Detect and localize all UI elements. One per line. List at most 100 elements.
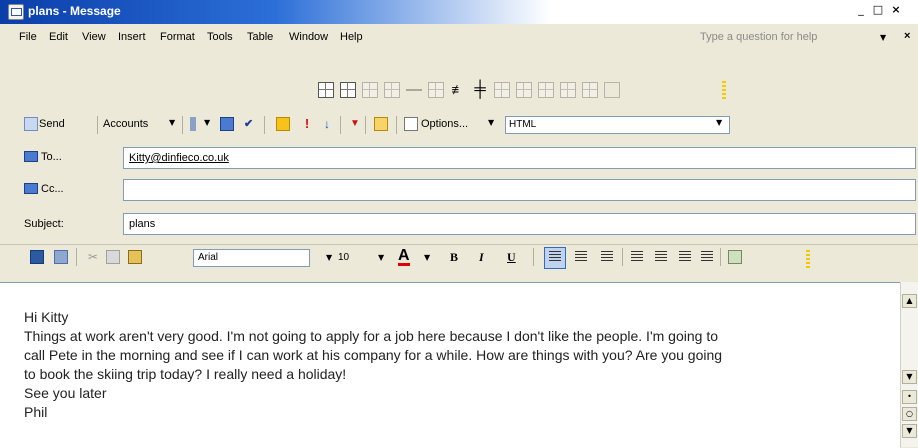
insert-table-icon[interactable]	[318, 82, 334, 98]
toolbar-separator	[622, 248, 623, 266]
high-importance-icon[interactable]: !	[300, 117, 314, 131]
address-book-icon[interactable]	[220, 117, 234, 131]
browse-object-icon[interactable]: ○	[902, 407, 917, 421]
message-icon	[8, 4, 24, 20]
body-line: Hi Kitty	[24, 309, 69, 325]
toolbar-separator	[720, 248, 721, 266]
scroll-up-icon[interactable]: ▲	[902, 294, 917, 308]
attach-file-icon[interactable]	[374, 117, 388, 131]
save-icon[interactable]	[30, 250, 44, 264]
table-options-icon[interactable]	[604, 82, 620, 98]
menu-tools[interactable]: Tools	[207, 31, 233, 43]
horizontal-line-icon[interactable]	[406, 89, 422, 93]
address-book-icon	[24, 151, 38, 162]
font-name-select[interactable]: Arial	[193, 249, 310, 267]
menu-help[interactable]: Help	[340, 31, 363, 43]
vertical-scrollbar[interactable]: ▲ ▼ • ○ ▼	[900, 282, 918, 447]
table-autoformat-icon[interactable]	[560, 82, 576, 98]
toolbar-grip[interactable]	[806, 250, 810, 268]
send-button[interactable]: Send	[39, 118, 65, 130]
menu-insert[interactable]: Insert	[118, 31, 146, 43]
merge-cells-icon[interactable]	[494, 82, 510, 98]
recipient-address[interactable]: Kitty@dinfieco.co.uk	[129, 152, 229, 164]
insert-row-icon[interactable]	[362, 82, 378, 98]
increase-indent-icon[interactable]	[700, 250, 714, 264]
low-importance-icon[interactable]: ↓	[320, 117, 334, 131]
send-icon	[24, 117, 38, 131]
maximize-icon[interactable]: □	[870, 3, 886, 17]
chevron-down-icon[interactable]: ▼	[326, 253, 332, 262]
flag-icon[interactable]: ▼	[348, 117, 362, 131]
body-line: Things at work aren't very good. I'm not…	[24, 328, 718, 344]
body-line: See you later	[24, 385, 107, 401]
numbering-icon[interactable]	[630, 250, 644, 264]
align-left-icon	[548, 250, 562, 264]
accounts-button[interactable]: Accounts	[103, 118, 148, 130]
chevron-down-icon[interactable]: ▼	[378, 253, 384, 262]
to-button[interactable]: To...	[20, 148, 108, 168]
chevron-down-icon[interactable]: ▼	[204, 118, 210, 127]
toolbar-separator	[97, 116, 98, 134]
close-icon[interactable]: ×	[888, 3, 904, 17]
insert-hyperlink-icon[interactable]	[728, 250, 742, 264]
menu-edit[interactable]: Edit	[49, 31, 68, 43]
check-names-icon[interactable]: ✔	[244, 117, 258, 131]
next-page-icon[interactable]: ▼	[902, 424, 917, 438]
delete-cells-icon[interactable]	[428, 82, 444, 98]
copy-icon[interactable]	[106, 250, 120, 264]
italic-button[interactable]: I	[479, 250, 484, 265]
insert-file-icon[interactable]	[276, 117, 290, 131]
scroll-down-icon[interactable]: ▼	[902, 370, 917, 384]
previous-page-icon[interactable]: •	[902, 390, 917, 404]
distribute-columns-icon[interactable]: ╪	[472, 82, 488, 98]
paste-icon[interactable]	[128, 250, 142, 264]
font-size-select[interactable]: 10	[338, 252, 349, 263]
menu-window[interactable]: Window	[289, 31, 328, 43]
insert-column-icon[interactable]	[384, 82, 400, 98]
toolbar-separator	[76, 248, 77, 266]
split-cells-icon[interactable]	[516, 82, 532, 98]
window-title: plans - Message	[28, 4, 121, 18]
subject-field[interactable]: plans	[123, 213, 916, 235]
close-document-icon[interactable]: ×	[904, 30, 910, 42]
menu-table[interactable]: Table	[247, 31, 273, 43]
chevron-down-icon[interactable]: ▼	[169, 118, 175, 127]
message-text[interactable]: Hi Kitty Things at work aren't very good…	[24, 308, 892, 422]
cc-button[interactable]: Cc...	[20, 180, 108, 200]
message-format-select[interactable]: HTML	[505, 116, 730, 134]
menu-format[interactable]: Format	[160, 31, 195, 43]
align-center-icon[interactable]	[574, 250, 588, 264]
cut-icon[interactable]: ✂	[86, 250, 100, 264]
menu-file[interactable]: File	[19, 31, 37, 43]
chevron-down-icon[interactable]: ▼	[716, 118, 722, 127]
chevron-down-icon[interactable]: ▼	[488, 118, 494, 127]
decrease-indent-icon[interactable]	[678, 250, 692, 264]
toolbar-separator	[533, 248, 534, 266]
attach-icon[interactable]	[190, 117, 196, 131]
chevron-down-icon[interactable]: ▼	[424, 253, 430, 262]
chevron-down-icon[interactable]: ▼	[880, 33, 886, 42]
distribute-rows-icon[interactable]: ≢	[450, 82, 466, 98]
font-color-button[interactable]: A	[398, 248, 410, 266]
message-body[interactable]: Hi Kitty Things at work aren't very good…	[0, 282, 900, 448]
menu-bar: File Edit View Insert Format Tools Table…	[0, 24, 918, 50]
align-cells-icon[interactable]	[538, 82, 554, 98]
toolbar-separator	[182, 116, 183, 134]
toolbar-grip[interactable]	[722, 81, 726, 99]
align-right-icon[interactable]	[600, 250, 614, 264]
table-properties-icon[interactable]	[582, 82, 598, 98]
toolbar-separator	[340, 116, 341, 134]
menu-view[interactable]: View	[82, 31, 106, 43]
address-book-icon	[24, 183, 38, 194]
to-field[interactable]: Kitty@dinfieco.co.uk	[123, 147, 916, 169]
standard-toolbar: Send Accounts ▼ ▼ ✔ ! ↓ ▼ Options... ▼ H…	[0, 113, 918, 137]
options-button[interactable]: Options...	[421, 118, 468, 130]
cc-field[interactable]	[123, 179, 916, 201]
bullets-icon[interactable]	[654, 250, 668, 264]
underline-button[interactable]: U	[507, 250, 516, 265]
print-icon[interactable]	[54, 250, 68, 264]
help-search-input[interactable]: Type a question for help	[700, 29, 875, 45]
bold-button[interactable]: B	[450, 250, 458, 265]
minimize-icon[interactable]: _	[853, 3, 869, 17]
table-grid-icon[interactable]	[340, 82, 356, 98]
